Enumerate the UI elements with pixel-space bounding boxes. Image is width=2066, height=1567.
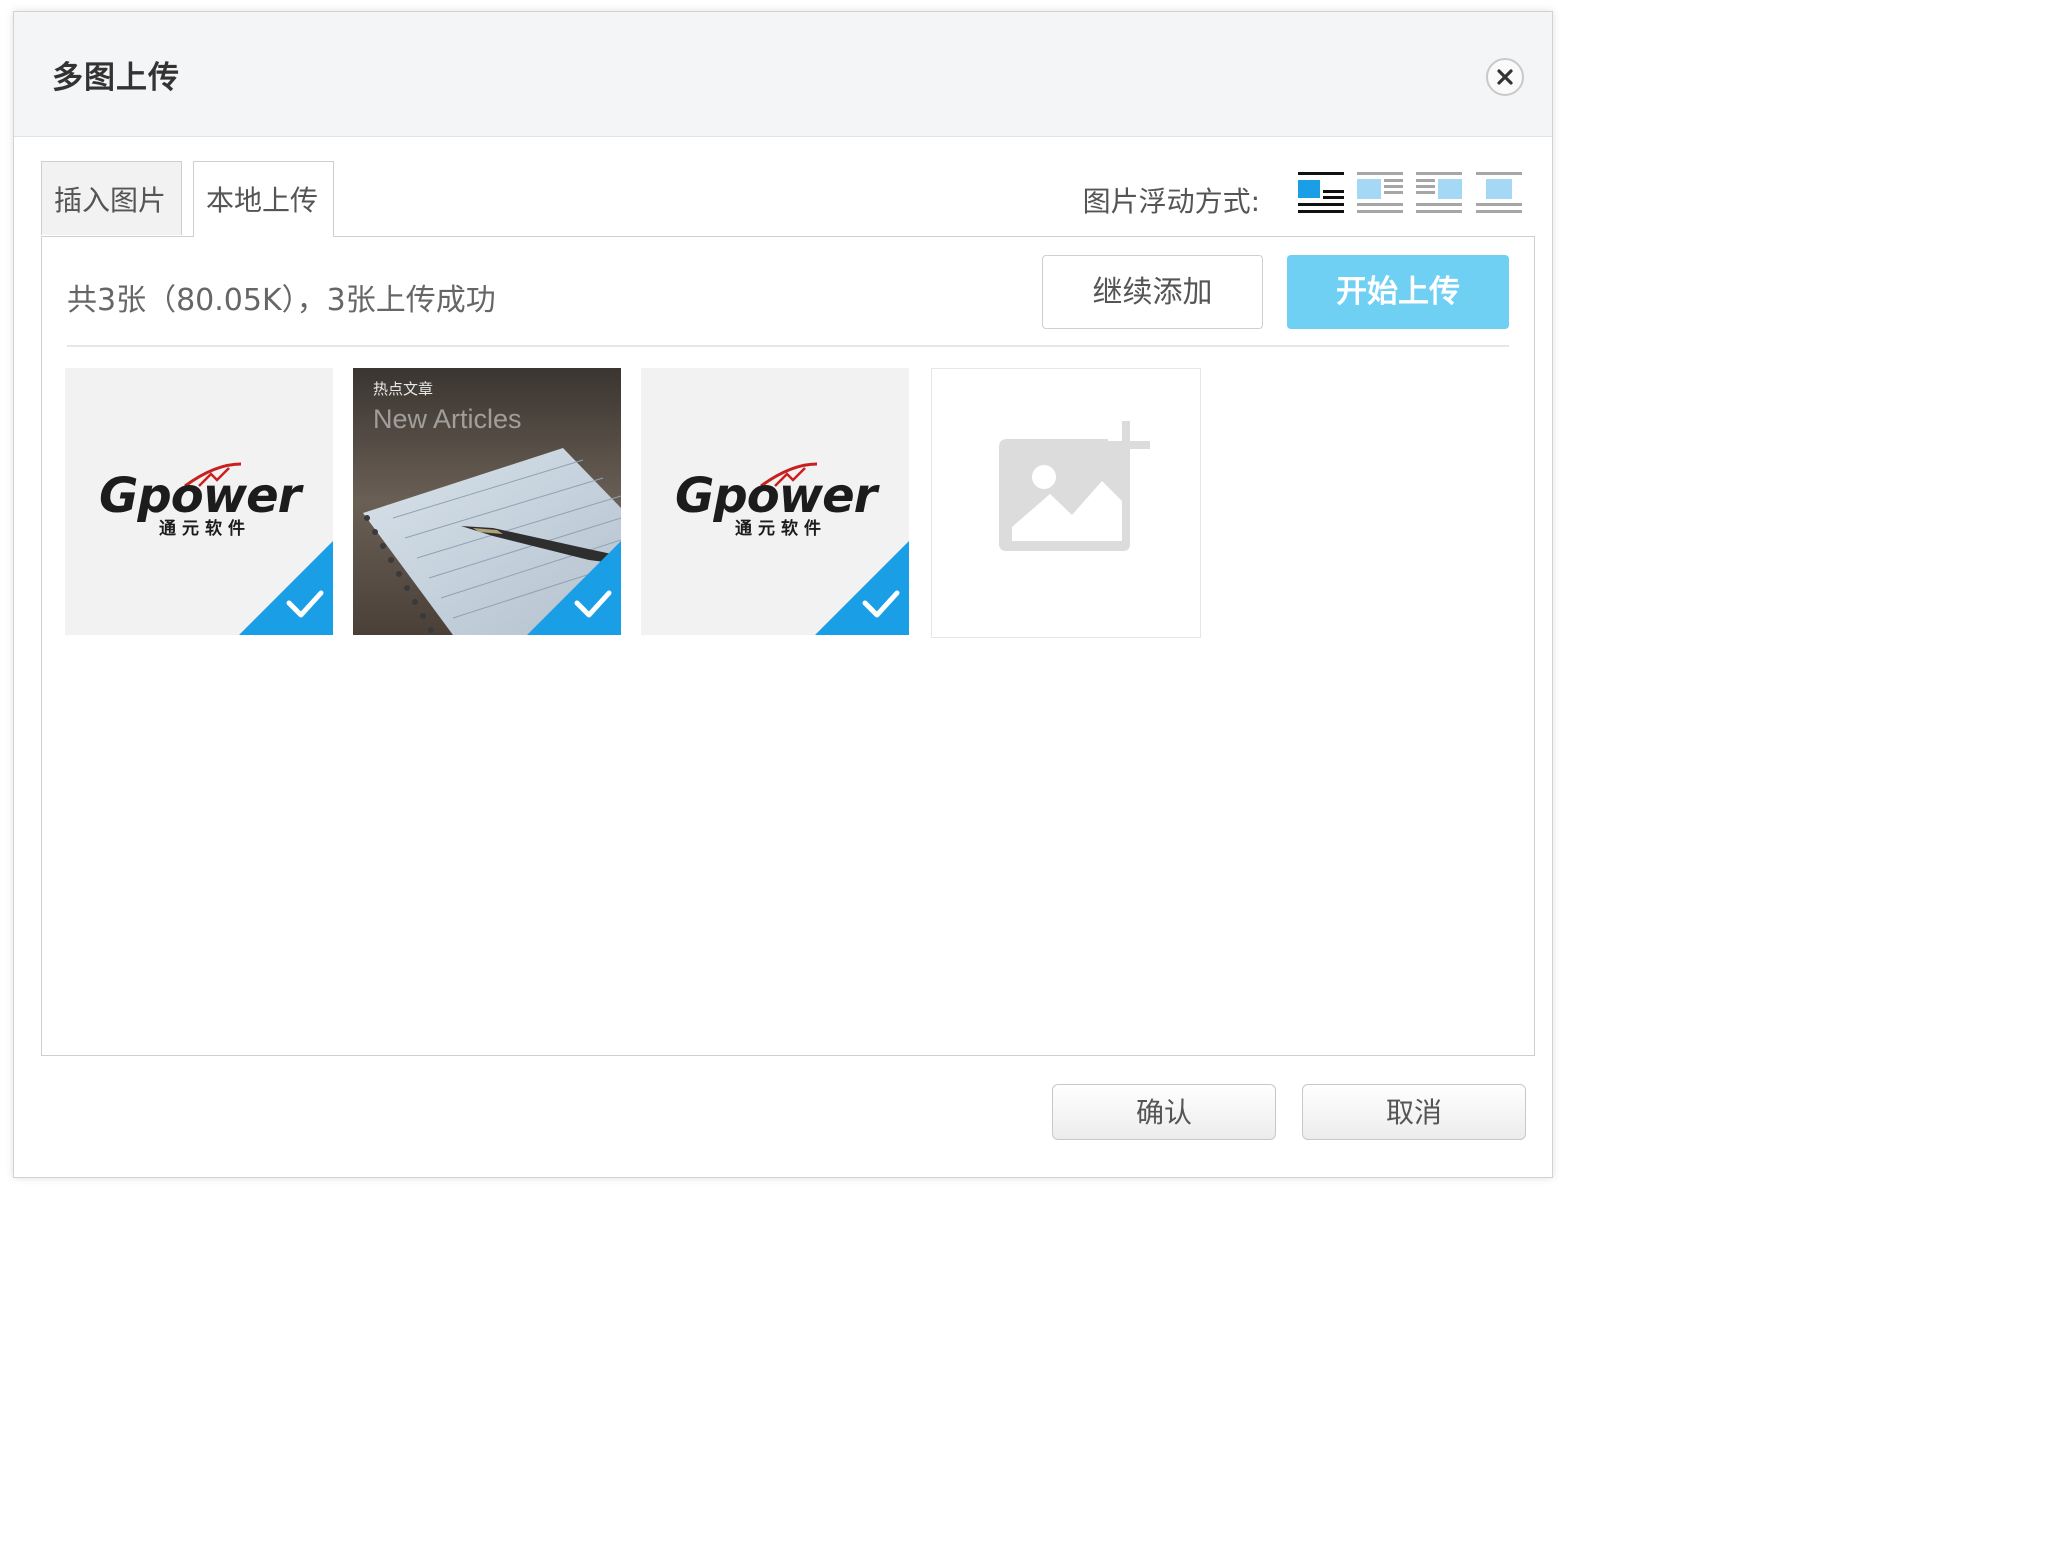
dialog-title: 多图上传 — [52, 60, 180, 96]
float-right-icon[interactable] — [1416, 172, 1462, 216]
upload-panel: 共3张（80.05K），3张上传成功 继续添加 开始上传 Gpower 通元软件 — [41, 236, 1535, 1056]
dialog-titlebar: 多图上传 — [14, 12, 1552, 137]
thumbnail-item[interactable]: Gpower 通元软件 — [641, 368, 909, 635]
multi-image-upload-dialog: 多图上传 插入图片 本地上传 图片浮动方式: 共3张（80.05K），3张上传成… — [13, 11, 1553, 1178]
checkmark-icon — [527, 541, 621, 635]
photo-heading: 热点文章 — [373, 380, 434, 398]
float-center-icon[interactable] — [1476, 172, 1522, 216]
thumbnail-item[interactable]: Gpower 通元软件 — [65, 368, 333, 635]
float-mode-label: 图片浮动方式: — [1082, 185, 1260, 218]
add-image-button[interactable] — [931, 368, 1201, 638]
tab-local-upload[interactable]: 本地上传 — [193, 161, 334, 237]
tab-insert-image[interactable]: 插入图片 — [41, 161, 182, 235]
add-image-icon — [999, 421, 1150, 551]
checkmark-icon — [239, 541, 333, 635]
start-upload-button[interactable]: 开始上传 — [1287, 255, 1509, 329]
continue-add-button[interactable]: 继续添加 — [1042, 255, 1263, 329]
confirm-button[interactable]: 确认 — [1052, 1084, 1276, 1140]
close-button[interactable] — [1486, 58, 1524, 96]
checkmark-icon — [815, 541, 909, 635]
close-icon — [1497, 69, 1513, 85]
logo-subtext: 通元软件 — [735, 519, 827, 539]
logo-subtext: 通元软件 — [159, 519, 251, 539]
float-left-icon[interactable] — [1357, 172, 1403, 216]
photo-subheading: New Articles — [373, 404, 522, 434]
divider — [67, 345, 1509, 347]
thumbnail-item[interactable]: 热点文章 New Articles — [353, 368, 621, 635]
cancel-button[interactable]: 取消 — [1302, 1084, 1526, 1140]
float-none-icon[interactable] — [1298, 172, 1344, 216]
upload-status: 共3张（80.05K），3张上传成功 — [67, 283, 496, 318]
